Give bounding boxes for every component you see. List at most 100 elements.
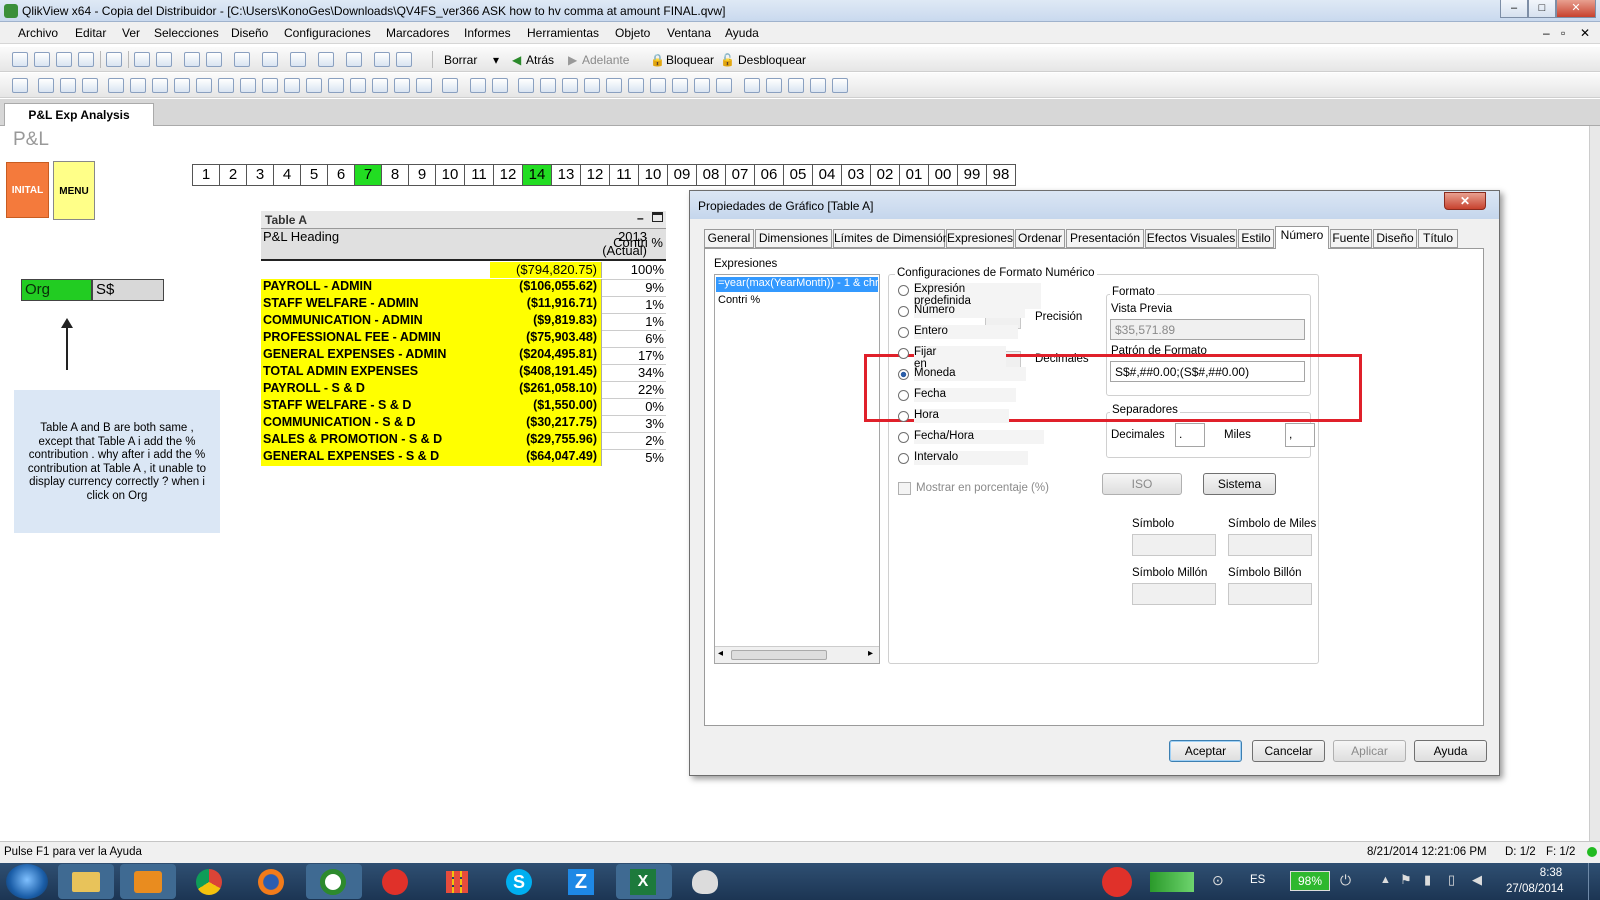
year-cell[interactable]: 04 (812, 164, 842, 186)
same-size-icon[interactable] (694, 78, 710, 93)
tray-app-icon[interactable] (1102, 867, 1132, 897)
properties-icon[interactable] (766, 78, 782, 93)
month-cell[interactable]: 12 (493, 164, 523, 186)
month-cell[interactable]: 1 (192, 164, 220, 186)
dialog-close-button[interactable]: ✕ (1444, 192, 1486, 210)
back-icon[interactable]: ◀ (512, 53, 521, 67)
current-selections-icon[interactable] (240, 78, 256, 93)
taskbar-paint-icon[interactable] (678, 864, 734, 899)
table-row-label[interactable]: TOTAL ADMIN EXPENSES (261, 364, 490, 381)
menu-informes[interactable]: Informes (464, 26, 511, 40)
clear-button[interactable]: Borrar (444, 53, 477, 67)
layout-icon[interactable] (744, 78, 760, 93)
button-object-icon[interactable] (262, 78, 278, 93)
mdi-minimize-icon[interactable]: – (1543, 26, 1550, 40)
table-row-label[interactable]: STAFF WELFARE - S & D (261, 398, 490, 415)
star-icon[interactable] (318, 52, 334, 67)
year-cell[interactable]: 09 (667, 164, 697, 186)
lock-button[interactable]: Bloquear (666, 53, 714, 67)
taskbar-excel-icon[interactable]: X (616, 864, 672, 899)
year-cell[interactable]: 12 (580, 164, 610, 186)
taskbar-chrome-icon[interactable] (182, 864, 238, 899)
menu-ver[interactable]: Ver (122, 26, 140, 40)
table-maximize-icon[interactable] (652, 212, 663, 222)
format-radio-button[interactable] (898, 327, 909, 338)
statistics-box-icon[interactable] (130, 78, 146, 93)
scroll-thumb[interactable] (731, 650, 827, 660)
initial-button[interactable]: INITAL (6, 162, 49, 218)
dialog-tab[interactable]: Título (1418, 229, 1458, 248)
table-row-label[interactable]: GENERAL EXPENSES - S & D (261, 449, 490, 466)
lock-icon[interactable]: 🔒 (650, 53, 665, 67)
dialog-tab[interactable]: Fuente (1330, 229, 1372, 248)
reload-icon[interactable] (56, 52, 72, 67)
line-object-icon[interactable] (306, 78, 322, 93)
year-cell[interactable]: 11 (609, 164, 639, 186)
format-radio-button[interactable] (898, 306, 909, 317)
format-radio-button[interactable] (898, 348, 909, 359)
year-cell[interactable]: 03 (841, 164, 871, 186)
month-cell[interactable]: 8 (381, 164, 409, 186)
year-cell[interactable]: 08 (696, 164, 726, 186)
redo-icon[interactable] (206, 52, 222, 67)
decimal-separator-input[interactable]: . (1175, 423, 1205, 447)
year-cell[interactable]: 98 (986, 164, 1016, 186)
menu-marcadores[interactable]: Marcadores (386, 26, 449, 40)
taskbar-apps-icon[interactable] (430, 864, 486, 899)
open-icon[interactable] (34, 52, 50, 67)
container-icon[interactable] (394, 78, 410, 93)
scroll-left-icon[interactable]: ◂ (718, 648, 723, 659)
month-cell[interactable]: 10 (435, 164, 465, 186)
search-object-icon[interactable] (372, 78, 388, 93)
accept-button[interactable]: Aceptar (1169, 740, 1242, 762)
taskbar-explorer-icon[interactable] (58, 864, 114, 899)
table-row-label[interactable]: PROFESSIONAL FEE - ADMIN (261, 330, 490, 347)
table-row-label[interactable]: COMMUNICATION - ADMIN (261, 313, 490, 330)
back-button[interactable]: Atrás (526, 53, 554, 67)
help-button[interactable]: Ayuda (1414, 740, 1487, 762)
month-cell[interactable]: 2 (219, 164, 247, 186)
iso-button[interactable]: ISO (1102, 473, 1182, 495)
table-row-label[interactable]: PAYROLL - S & D (261, 381, 490, 398)
dialog-tab[interactable]: Número (1275, 226, 1329, 249)
new-sheet-icon[interactable] (12, 78, 28, 93)
align-center-icon[interactable] (540, 78, 556, 93)
save-icon[interactable] (78, 52, 94, 67)
start-button[interactable] (6, 864, 48, 899)
scroll-right-icon[interactable]: ▸ (868, 648, 873, 659)
taskbar-qlikview-icon[interactable] (306, 864, 362, 899)
table-row-label[interactable]: PAYROLL - ADMIN (261, 279, 490, 296)
variables-icon[interactable] (810, 78, 826, 93)
apply-button[interactable]: Aplicar (1333, 740, 1406, 762)
print-icon[interactable] (106, 52, 122, 67)
dialog-tab[interactable]: Dimensiones (755, 229, 832, 248)
sheet-vertical-scrollbar[interactable] (1589, 126, 1600, 841)
year-cell[interactable]: 06 (754, 164, 784, 186)
sistema-button[interactable]: Sistema (1203, 473, 1276, 495)
month-cell[interactable]: 3 (246, 164, 274, 186)
add-sheet-icon[interactable] (82, 78, 98, 93)
menu-selecciones[interactable]: Selecciones (154, 26, 219, 40)
menu-ayuda[interactable]: Ayuda (725, 26, 759, 40)
menu-objeto[interactable]: Objeto (615, 26, 650, 40)
text-object-icon[interactable] (284, 78, 300, 93)
table-row-label[interactable]: SALES & PROMOTION - S & D (261, 432, 490, 449)
server-object-icon[interactable] (442, 78, 458, 93)
dialog-tab[interactable]: Diseño (1373, 229, 1417, 248)
month-cell[interactable]: 5 (300, 164, 328, 186)
grid-icon[interactable] (492, 78, 508, 93)
space-horizontal-icon[interactable] (650, 78, 666, 93)
format-radio-button[interactable] (898, 285, 909, 296)
year-cell[interactable]: 99 (957, 164, 987, 186)
expression-item-year[interactable]: =year(max(YearMonth)) - 1 & chr(10 (716, 277, 878, 292)
forward-button[interactable]: Adelante (582, 53, 629, 67)
custom-object-icon[interactable] (416, 78, 432, 93)
chart-object-icon[interactable] (196, 78, 212, 93)
demote-sheet-icon[interactable] (60, 78, 76, 93)
multi-box-icon[interactable] (152, 78, 168, 93)
tray-time[interactable]: 8:38 (1523, 867, 1579, 879)
year-cell[interactable]: 13 (551, 164, 581, 186)
bookmark-object-icon[interactable] (350, 78, 366, 93)
menu-herramientas[interactable]: Herramientas (527, 26, 599, 40)
clear-dropdown-icon[interactable]: ▾ (493, 53, 499, 67)
